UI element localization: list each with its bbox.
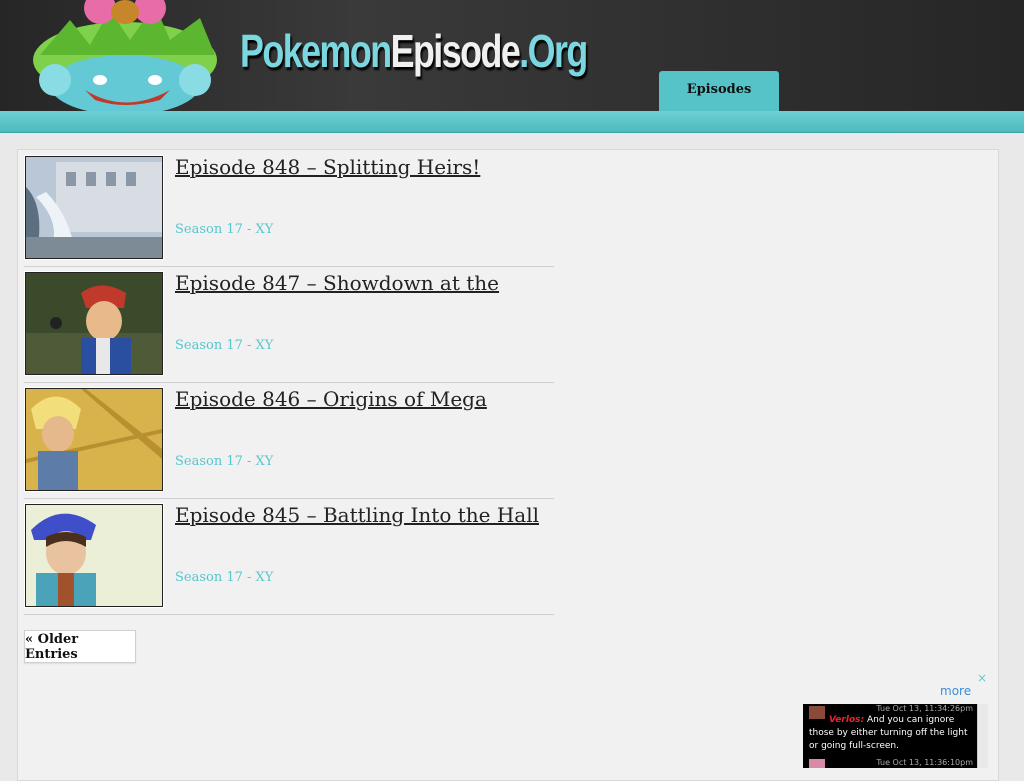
post-title-link[interactable]: Episode 847 – Showdown at the [175, 271, 499, 295]
venusaur-mascot-logo[interactable] [30, 0, 220, 111]
tab-episodes[interactable]: Episodes [659, 71, 779, 111]
chat-timestamp: Tue Oct 13, 11:34:26pm [876, 704, 973, 713]
chat-username[interactable]: Verlos: [829, 715, 864, 725]
chat-scrollbar[interactable] [977, 704, 988, 768]
post-item: Episode 845 – Battling Into the Hall Sea… [24, 498, 554, 615]
post-thumbnail[interactable] [24, 503, 164, 608]
post-category-link[interactable]: Season 17 - XY [175, 338, 273, 353]
post-category-link[interactable]: Season 17 - XY [175, 454, 273, 469]
post-thumbnail[interactable] [24, 387, 164, 492]
main-content: Episode 848 – Splitting Heirs! Season 17… [17, 149, 999, 781]
post-category-link[interactable]: Season 17 - XY [175, 570, 273, 585]
older-entries-button[interactable]: « Older Entries [24, 630, 136, 663]
site-header: PokemonEpisode.Org Episodes [0, 0, 1024, 111]
chat-message: Verlos: And you can ignore those by eith… [809, 714, 975, 753]
post-thumbnail[interactable] [24, 155, 164, 260]
post-title-link[interactable]: Episode 848 – Splitting Heirs! [175, 155, 480, 179]
nav-bar [0, 111, 1024, 133]
user-avatar [809, 759, 825, 768]
post-item: Episode 846 – Origins of Mega Season 17 … [24, 382, 554, 499]
chat-close-icon[interactable]: × [977, 671, 987, 685]
post-item: Episode 848 – Splitting Heirs! Season 17… [24, 150, 554, 267]
post-item: Episode 847 – Showdown at the Season 17 … [24, 266, 554, 383]
post-title-link[interactable]: Episode 845 – Battling Into the Hall [175, 503, 539, 527]
post-title-link[interactable]: Episode 846 – Origins of Mega [175, 387, 487, 411]
post-category-link[interactable]: Season 17 - XY [175, 222, 273, 237]
chat-widget: Tue Oct 13, 11:34:26pm Verlos: And you c… [803, 704, 977, 768]
chat-more-link[interactable]: more [940, 684, 971, 698]
chat-timestamp: Tue Oct 13, 11:36:10pm [876, 758, 973, 767]
post-thumbnail[interactable] [24, 271, 164, 376]
site-logo-text[interactable]: PokemonEpisode.Org [240, 24, 588, 78]
